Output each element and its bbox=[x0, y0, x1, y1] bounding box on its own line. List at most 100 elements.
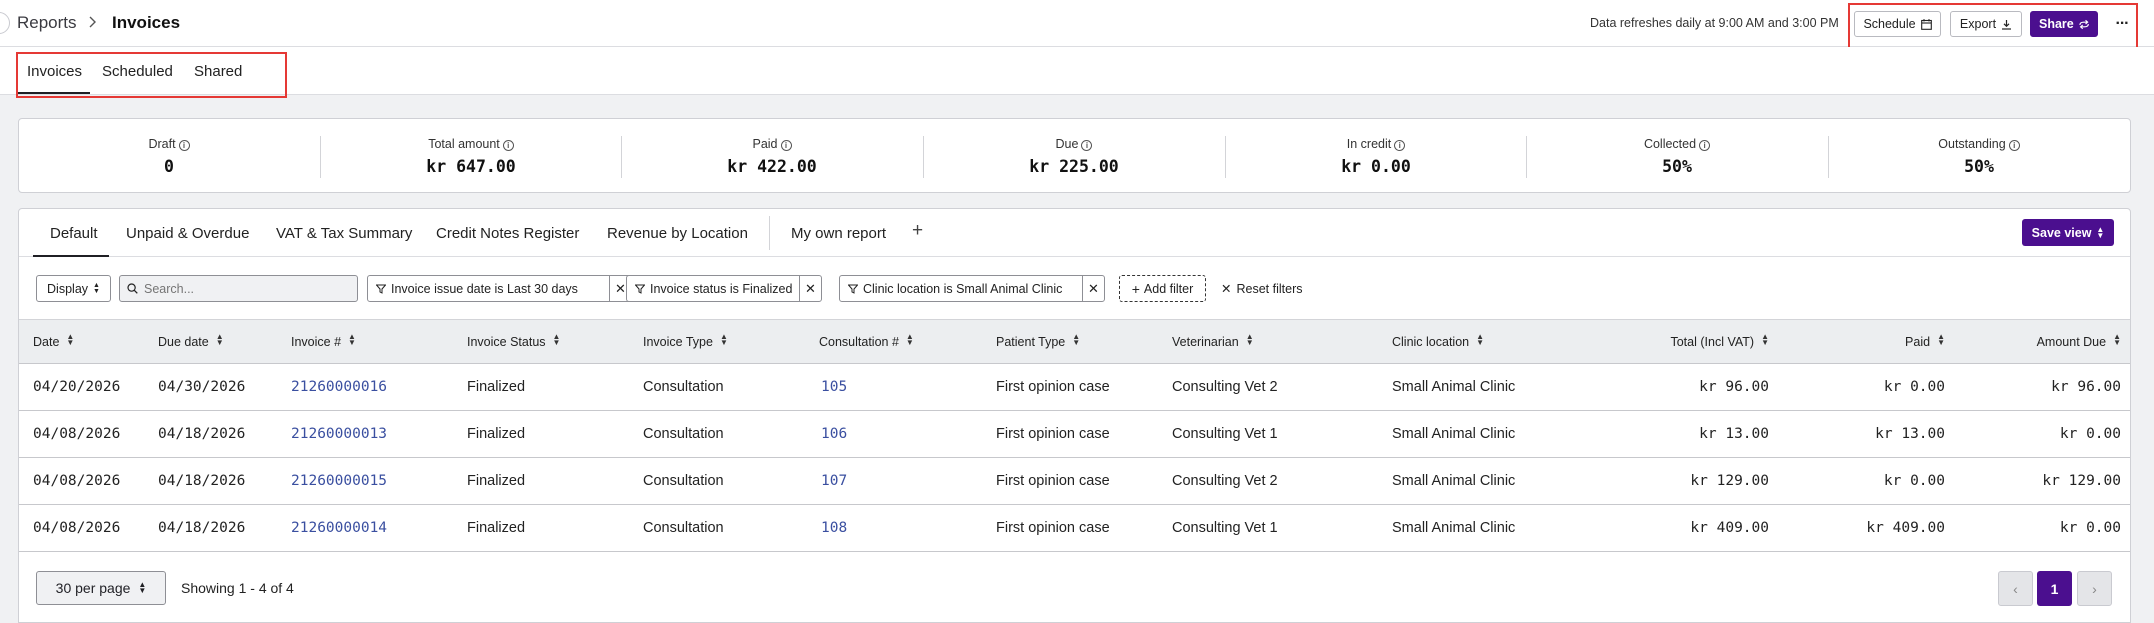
view-tab-credit-notes-register[interactable]: Credit Notes Register bbox=[436, 225, 579, 242]
chevron-right-icon bbox=[89, 16, 96, 28]
consultation-number-link[interactable]: 108 bbox=[821, 520, 847, 536]
share-label: Share bbox=[2039, 17, 2074, 31]
info-icon[interactable]: i bbox=[2008, 140, 2020, 151]
more-options-button[interactable]: ··· bbox=[2110, 11, 2134, 37]
info-icon[interactable]: i bbox=[1394, 140, 1406, 151]
add-view-button[interactable]: + bbox=[912, 220, 923, 242]
view-tab-revenue-by-location[interactable]: Revenue by Location bbox=[607, 225, 748, 242]
column-header-clinic-location[interactable]: Clinic location ▲ ▼ bbox=[1392, 333, 1484, 350]
info-icon[interactable]: i bbox=[780, 140, 792, 151]
info-icon[interactable]: i bbox=[178, 140, 190, 151]
column-label: Patient Type bbox=[996, 335, 1066, 349]
chevron-left-icon: ‹ bbox=[2013, 580, 2018, 597]
cell-due-date: 04/18/2026 bbox=[158, 520, 246, 536]
cell-invoice-status: Finalized bbox=[467, 520, 526, 536]
filter-chip-label: Clinic location is Small Animal Clinic bbox=[863, 281, 1063, 296]
page-1-button[interactable]: 1 bbox=[2037, 571, 2072, 606]
calendar-icon bbox=[1920, 18, 1932, 30]
cell-invoice-status: Finalized bbox=[467, 379, 526, 395]
view-tab-unpaid-overdue[interactable]: Unpaid & Overdue bbox=[126, 225, 249, 242]
cell-veterinarian: Consulting Vet 1 bbox=[1172, 520, 1278, 536]
tab-scheduled[interactable]: Scheduled bbox=[102, 63, 173, 80]
per-page-select[interactable]: 30 per page ▲ ▼ bbox=[36, 571, 166, 605]
filter-chip-label: Invoice issue date is Last 30 days bbox=[391, 281, 578, 296]
export-button[interactable]: Export bbox=[1950, 11, 2022, 37]
cell-patient-type: First opinion case bbox=[996, 379, 1110, 395]
search-icon bbox=[127, 283, 138, 294]
cell-paid: kr 409.00 bbox=[1866, 520, 1945, 536]
filter-chip-invoice-status[interactable]: Invoice status is Finalized ✕ bbox=[626, 275, 822, 302]
cell-amount-due: kr 96.00 bbox=[2051, 379, 2121, 395]
column-label: Invoice # bbox=[291, 335, 342, 349]
column-header-consultation-number[interactable]: Consultation # ▲ ▼ bbox=[819, 332, 914, 350]
cell-amount-due: kr 0.00 bbox=[2059, 426, 2121, 442]
column-header-date[interactable]: Date ▲ ▼ bbox=[33, 333, 74, 350]
export-label: Export bbox=[1959, 17, 1997, 31]
search-input[interactable] bbox=[144, 281, 344, 296]
cell-clinic-location: Small Animal Clinic bbox=[1392, 520, 1516, 536]
column-header-total[interactable]: Total (Incl VAT) ▲ ▼ bbox=[1670, 333, 1769, 350]
filter-chip-issue-date[interactable]: Invoice issue date is Last 30 days ✕ bbox=[367, 275, 632, 302]
column-label: Veterinarian bbox=[1172, 335, 1239, 349]
cell-amount-due: kr 0.00 bbox=[2059, 520, 2121, 536]
view-tab-my-own-report[interactable]: My own report bbox=[791, 225, 886, 242]
save-view-button[interactable]: Save view ▲ ▼ bbox=[2022, 219, 2114, 246]
previous-page-button[interactable]: ‹ bbox=[1998, 571, 2033, 606]
next-page-button[interactable]: › bbox=[2077, 571, 2112, 606]
display-button[interactable]: Display ▲ ▼ bbox=[36, 275, 111, 302]
column-label: Amount Due bbox=[2036, 335, 2107, 349]
search-field[interactable] bbox=[119, 275, 358, 302]
cell-patient-type: First opinion case bbox=[996, 473, 1110, 489]
table-row[interactable]: 04/08/2026 04/18/2026 21260000013 Finali… bbox=[19, 411, 2130, 458]
sort-icon: ▲ ▼ bbox=[552, 332, 561, 347]
consultation-number-link[interactable]: 106 bbox=[821, 426, 847, 442]
column-header-invoice-status[interactable]: Invoice Status ▲ ▼ bbox=[467, 332, 561, 350]
column-header-invoice-type[interactable]: Invoice Type ▲ ▼ bbox=[643, 333, 728, 350]
close-icon: ✕ bbox=[1221, 282, 1232, 296]
consultation-number-link[interactable]: 105 bbox=[821, 379, 847, 395]
invoice-number-link[interactable]: 21260000015 bbox=[291, 473, 387, 489]
cell-invoice-status: Finalized bbox=[467, 473, 526, 489]
tab-shared[interactable]: Shared bbox=[194, 63, 242, 80]
reset-filters-button[interactable]: ✕ Reset filters bbox=[1221, 281, 1302, 297]
table-row[interactable]: 04/08/2026 04/18/2026 21260000015 Finali… bbox=[19, 458, 2130, 505]
page-title: Invoices bbox=[112, 13, 181, 32]
invoice-number-link[interactable]: 21260000013 bbox=[291, 426, 387, 442]
filter-chip-clinic-location[interactable]: Clinic location is Small Animal Clinic ✕ bbox=[839, 275, 1105, 302]
info-icon[interactable]: i bbox=[1699, 140, 1711, 151]
cell-invoice-type: Consultation bbox=[643, 379, 724, 395]
breadcrumb-reports[interactable]: Reports bbox=[17, 13, 77, 33]
table-row[interactable]: 04/20/2026 04/30/2026 21260000016 Finali… bbox=[19, 364, 2130, 411]
add-filter-button[interactable]: + Add filter bbox=[1119, 275, 1206, 302]
view-tab-vat-tax-summary[interactable]: VAT & Tax Summary bbox=[276, 225, 412, 242]
cell-paid: kr 13.00 bbox=[1875, 426, 1945, 442]
share-button[interactable]: Share bbox=[2030, 11, 2098, 37]
back-button[interactable] bbox=[0, 12, 10, 34]
top-bar: Reports Invoices Data refreshes daily at… bbox=[0, 0, 2154, 47]
tab-invoices[interactable]: Invoices bbox=[27, 63, 82, 80]
column-header-invoice-number[interactable]: Invoice # ▲ ▼ bbox=[291, 333, 356, 350]
remove-filter-icon[interactable]: ✕ bbox=[799, 276, 821, 301]
column-header-amount-due[interactable]: Amount Due ▲ ▼ bbox=[2036, 333, 2121, 350]
remove-filter-icon[interactable]: ✕ bbox=[1082, 276, 1104, 301]
invoice-number-link[interactable]: 21260000014 bbox=[291, 520, 387, 536]
column-header-patient-type[interactable]: Patient Type ▲ ▼ bbox=[996, 333, 1080, 350]
schedule-button[interactable]: Schedule bbox=[1854, 11, 1941, 37]
column-label: Invoice Type bbox=[643, 335, 713, 349]
schedule-label: Schedule bbox=[1863, 17, 1916, 31]
stat-value: kr 0.00 bbox=[1341, 157, 1411, 176]
consultation-number-link[interactable]: 107 bbox=[821, 473, 847, 489]
sort-icon: ▲ ▼ bbox=[905, 332, 914, 347]
filter-icon bbox=[376, 284, 386, 294]
column-label: Total (Incl VAT) bbox=[1670, 335, 1755, 349]
info-icon[interactable]: i bbox=[1081, 140, 1093, 151]
column-header-veterinarian[interactable]: Veterinarian ▲ ▼ bbox=[1172, 333, 1254, 350]
view-tab-default[interactable]: Default bbox=[50, 225, 98, 242]
plus-icon: + bbox=[1131, 280, 1140, 297]
info-icon[interactable]: i bbox=[502, 140, 514, 151]
column-header-due-date[interactable]: Due date ▲ ▼ bbox=[158, 333, 224, 350]
cell-invoice-type: Consultation bbox=[643, 520, 724, 536]
table-row[interactable]: 04/08/2026 04/18/2026 21260000014 Finali… bbox=[19, 505, 2130, 552]
column-header-paid[interactable]: Paid ▲ ▼ bbox=[1905, 333, 1945, 350]
invoice-number-link[interactable]: 21260000016 bbox=[291, 379, 387, 395]
